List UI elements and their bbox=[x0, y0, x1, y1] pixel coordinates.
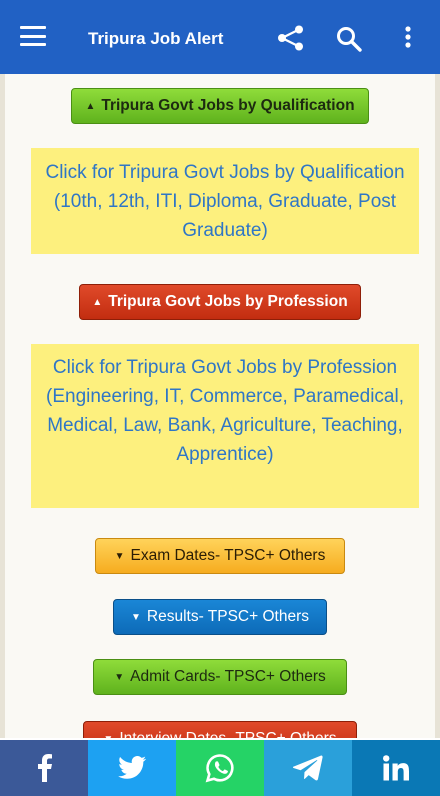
arrow-down-icon: ▼ bbox=[114, 671, 125, 683]
share-icon[interactable] bbox=[277, 25, 305, 51]
qualification-button[interactable]: ▲ Tripura Govt Jobs by Qualification bbox=[71, 88, 369, 124]
telegram-icon bbox=[293, 755, 323, 781]
arrow-up-icon: ▲ bbox=[92, 296, 103, 308]
linkedin-icon bbox=[383, 755, 409, 781]
app-title: Tripura Job Alert bbox=[88, 29, 224, 48]
more-vert-icon[interactable] bbox=[402, 26, 414, 48]
profession-panel-text: Click for Tripura Govt Jobs by Professio… bbox=[46, 357, 404, 465]
profession-button[interactable]: ▲ Tripura Govt Jobs by Profession bbox=[79, 284, 361, 320]
menu-icon[interactable] bbox=[20, 26, 46, 46]
arrow-down-icon: ▼ bbox=[103, 734, 113, 739]
arrow-down-icon: ▼ bbox=[114, 550, 125, 562]
interview-dates-button[interactable]: ▼ Interview Dates- TPSC+ Others bbox=[83, 721, 357, 738]
qualification-panel[interactable]: Click for Tripura Govt Jobs by Qualifica… bbox=[31, 148, 419, 254]
content-area: ▲ Tripura Govt Jobs by Qualification Cli… bbox=[0, 74, 440, 738]
profession-panel[interactable]: Click for Tripura Govt Jobs by Professio… bbox=[31, 344, 419, 508]
twitter-icon bbox=[118, 756, 146, 779]
telegram-share-button[interactable] bbox=[264, 740, 352, 796]
linkedin-share-button[interactable] bbox=[352, 740, 440, 796]
arrow-up-icon: ▲ bbox=[85, 100, 96, 112]
search-icon[interactable] bbox=[336, 26, 362, 52]
whatsapp-icon bbox=[205, 754, 234, 783]
interview-dates-button-label: Interview Dates- TPSC+ Others bbox=[119, 730, 336, 738]
qualification-panel-text: Click for Tripura Govt Jobs by Qualifica… bbox=[45, 162, 405, 241]
twitter-share-button[interactable] bbox=[88, 740, 176, 796]
arrow-down-icon: ▼ bbox=[131, 611, 141, 623]
app-bar: Tripura Job Alert bbox=[0, 0, 440, 74]
whatsapp-share-button[interactable] bbox=[176, 740, 264, 796]
exam-dates-button-label: Exam Dates- TPSC+ Others bbox=[130, 547, 326, 564]
admit-cards-button-label: Admit Cards- TPSC+ Others bbox=[130, 668, 326, 685]
results-button[interactable]: ▼ Results- TPSC+ Others bbox=[113, 599, 327, 635]
facebook-icon bbox=[38, 754, 52, 782]
admit-cards-button[interactable]: ▼ Admit Cards- TPSC+ Others bbox=[93, 659, 347, 695]
facebook-share-button[interactable] bbox=[0, 740, 88, 796]
exam-dates-button[interactable]: ▼ Exam Dates- TPSC+ Others bbox=[95, 538, 345, 574]
profession-button-label: Tripura Govt Jobs by Profession bbox=[108, 293, 348, 310]
share-bar bbox=[0, 740, 440, 796]
results-button-label: Results- TPSC+ Others bbox=[146, 608, 309, 625]
qualification-button-label: Tripura Govt Jobs by Qualification bbox=[101, 97, 355, 114]
